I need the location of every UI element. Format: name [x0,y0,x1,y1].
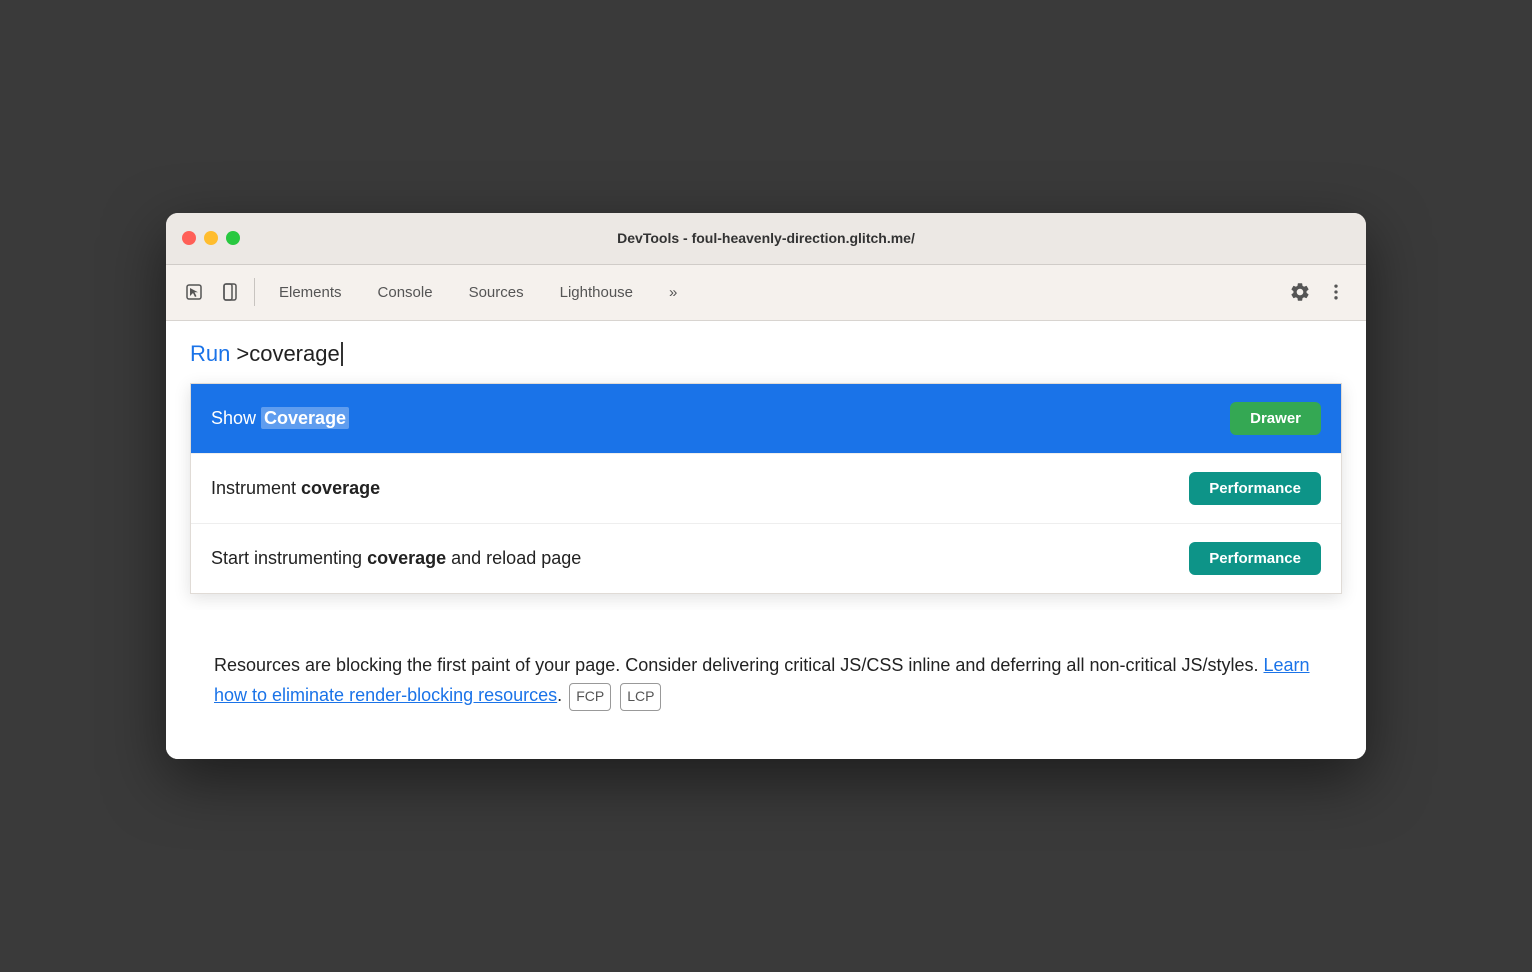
item-prefix-1: Show [211,408,261,428]
run-label: Run [190,341,230,367]
body-section: Resources are blocking the first paint o… [166,610,1366,759]
dropdown-item-instrument-coverage[interactable]: Instrument coverage Performance [191,454,1341,524]
more-options-button[interactable] [1322,278,1350,306]
item-prefix-3: Start instrumenting [211,548,367,568]
close-button[interactable] [182,231,196,245]
tab-console[interactable]: Console [362,276,449,309]
toolbar-right-icons [1286,278,1354,306]
settings-button[interactable] [1286,278,1314,306]
traffic-lights [182,231,240,245]
search-query[interactable]: >coverage [236,341,339,367]
text-cursor [341,342,343,366]
device-toggle-button[interactable] [214,276,246,308]
search-bar: Run >coverage [190,341,1342,383]
badge-drawer: Drawer [1230,402,1321,435]
item-text-start-instrumenting: Start instrumenting coverage and reload … [211,548,581,569]
main-content: Run >coverage Show Coverage Drawer Instr… [166,321,1366,759]
item-bold-coverage-2: coverage [301,478,380,498]
command-palette: Run >coverage Show Coverage Drawer Instr… [166,321,1366,594]
tab-more[interactable]: » [653,276,693,309]
minimize-button[interactable] [204,231,218,245]
title-bar: DevTools - foul-heavenly-direction.glitc… [166,213,1366,265]
devtools-window: DevTools - foul-heavenly-direction.glitc… [166,213,1366,759]
tab-sources[interactable]: Sources [453,276,540,309]
dropdown-item-start-instrumenting[interactable]: Start instrumenting coverage and reload … [191,524,1341,593]
tab-lighthouse[interactable]: Lighthouse [544,276,649,309]
badge-performance-1: Performance [1189,472,1321,505]
badge-fcp: FCP [569,683,611,711]
toolbar-separator [254,278,255,306]
body-paragraph: Resources are blocking the first paint o… [214,650,1318,711]
item-suffix-3: and reload page [446,548,581,568]
devtools-toolbar: Elements Console Sources Lighthouse » [166,265,1366,321]
command-dropdown: Show Coverage Drawer Instrument coverage… [190,383,1342,594]
item-highlight-coverage: Coverage [261,407,349,429]
body-text-after-link: . [557,685,562,705]
cursor-tool-button[interactable] [178,276,210,308]
item-text-show-coverage: Show Coverage [211,408,349,429]
item-bold-coverage-3: coverage [367,548,446,568]
badge-performance-2: Performance [1189,542,1321,575]
window-title: DevTools - foul-heavenly-direction.glitc… [617,230,915,246]
item-prefix-2: Instrument [211,478,301,498]
body-text-before-link: Resources are blocking the first paint o… [214,655,1264,675]
item-text-instrument: Instrument coverage [211,478,380,499]
dropdown-item-show-coverage[interactable]: Show Coverage Drawer [191,384,1341,454]
tab-elements[interactable]: Elements [263,276,358,309]
badge-lcp: LCP [620,683,661,711]
maximize-button[interactable] [226,231,240,245]
